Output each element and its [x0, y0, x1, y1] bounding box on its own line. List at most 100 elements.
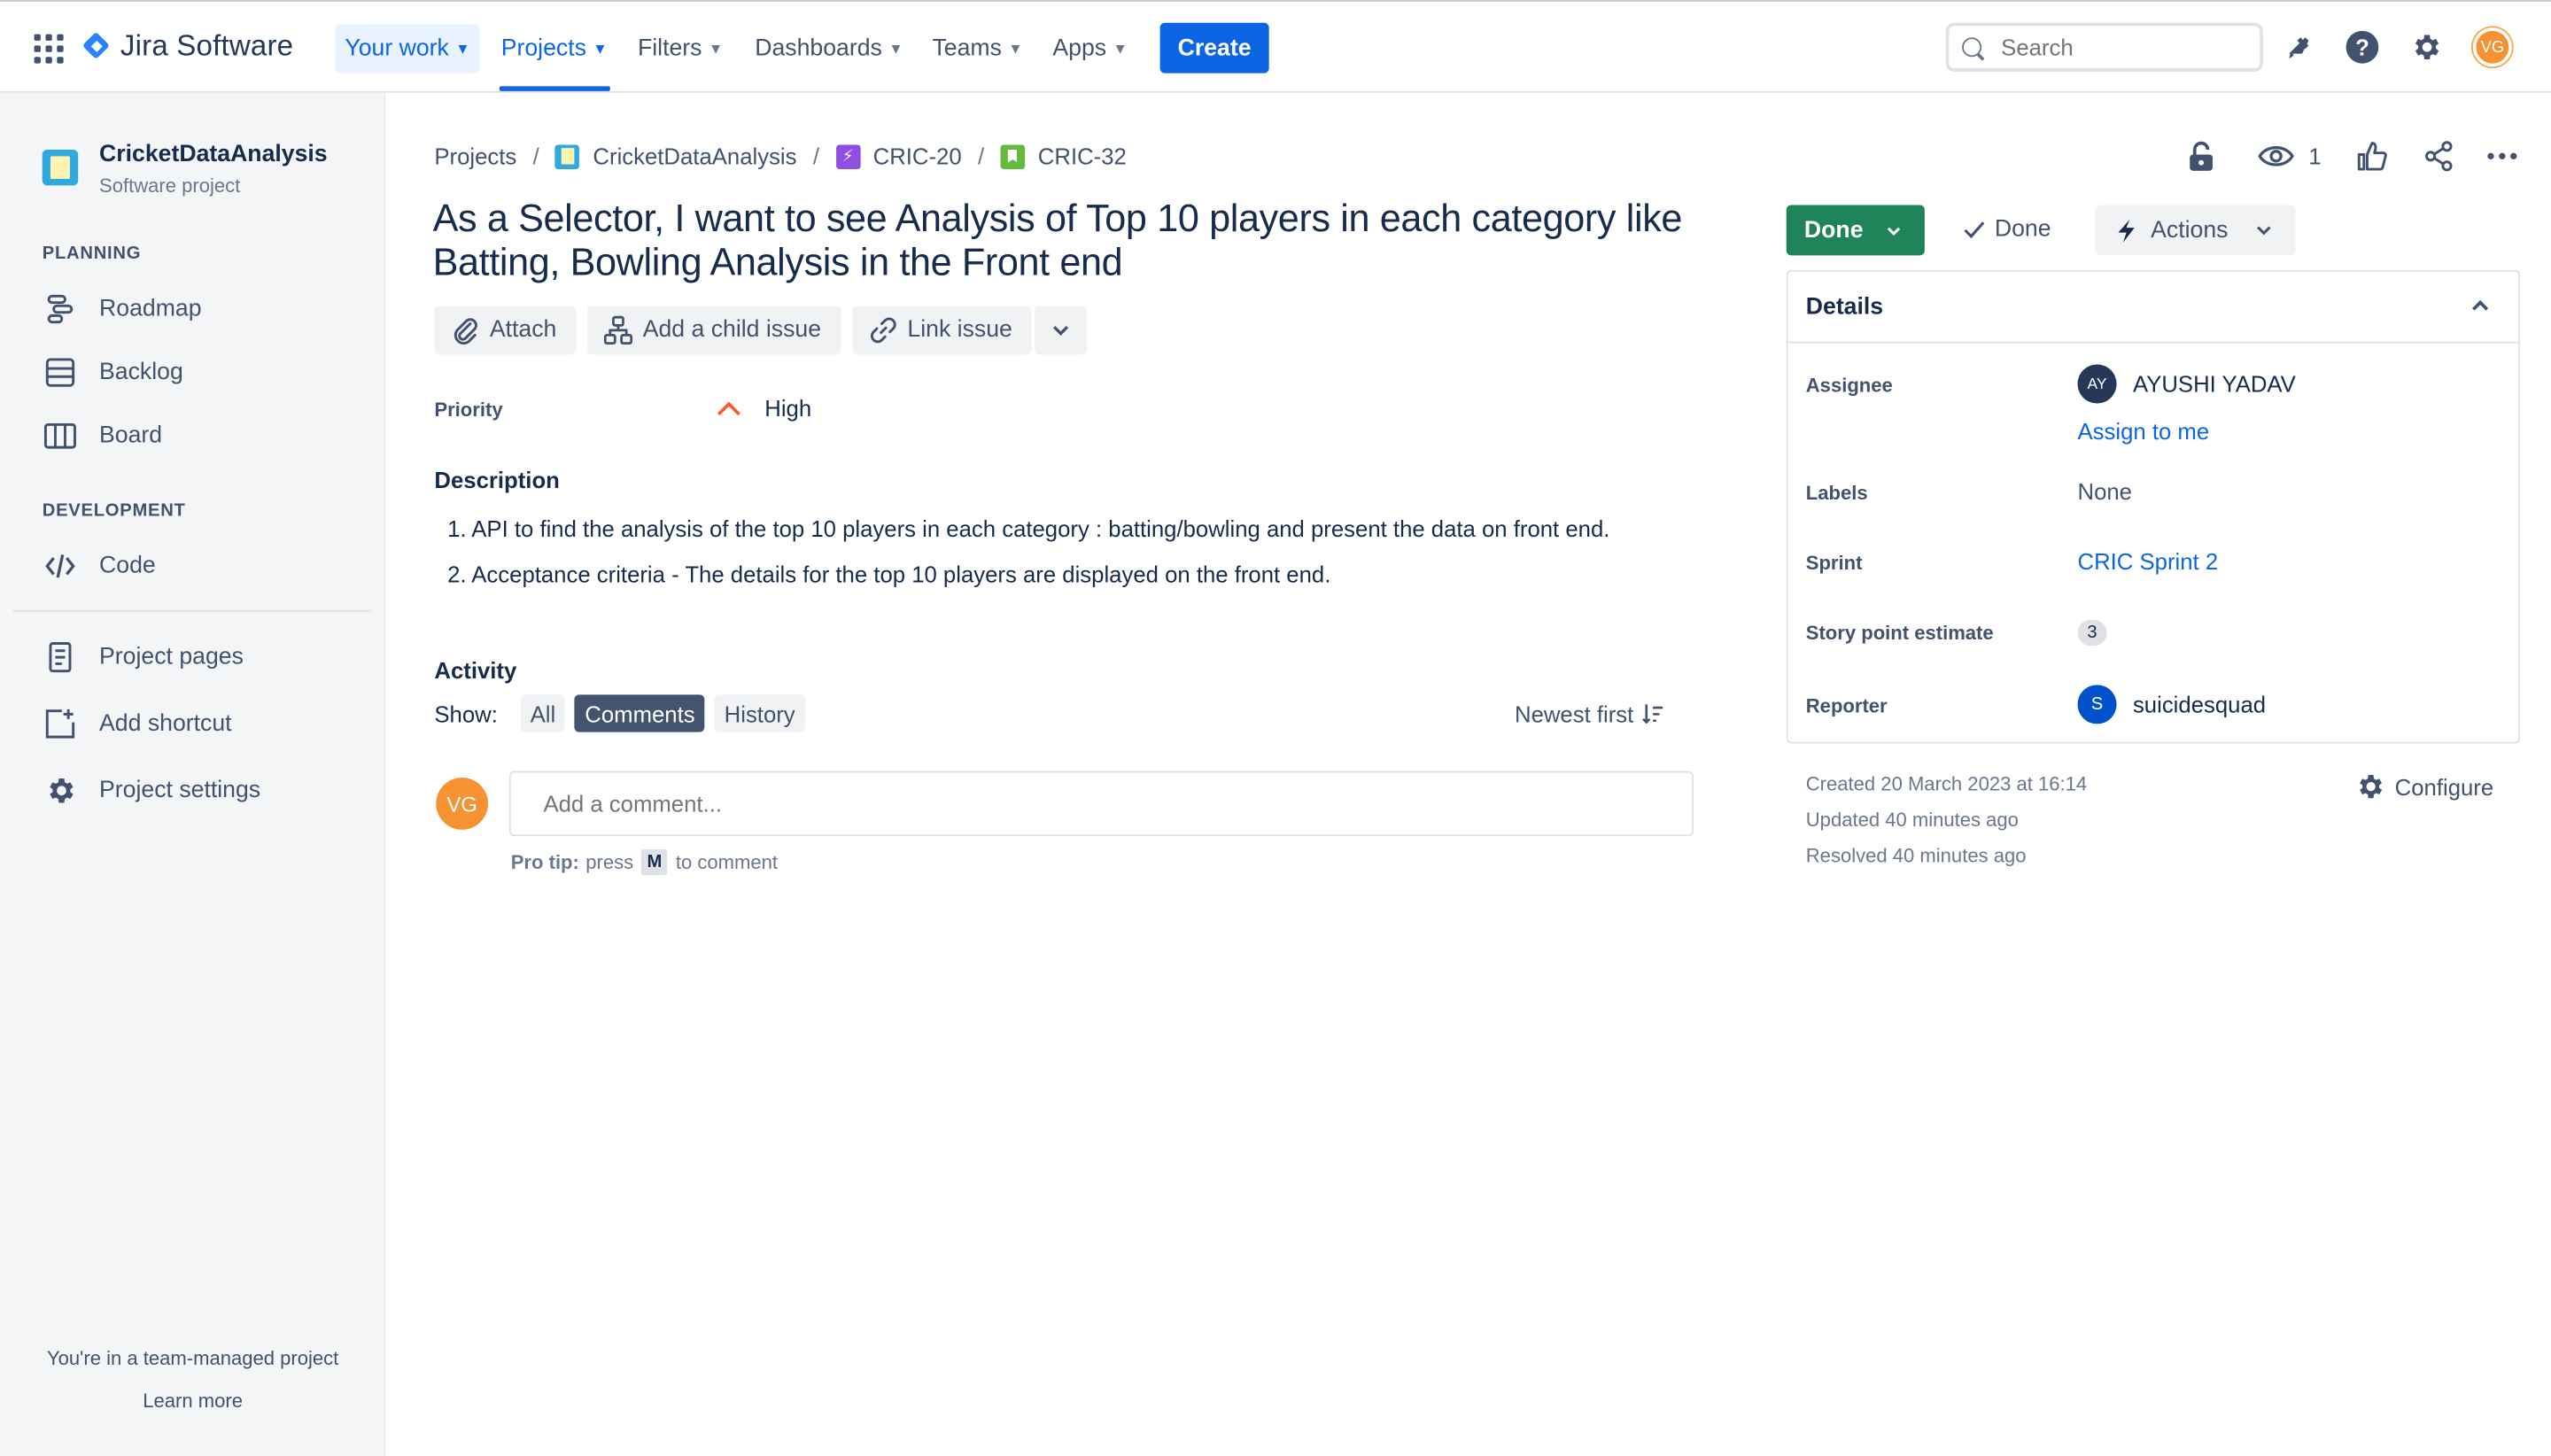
- help-icon[interactable]: ?: [2343, 27, 2382, 66]
- backlog-icon: [43, 354, 78, 390]
- labels-label: Labels: [1805, 481, 1868, 505]
- user-avatar[interactable]: VG: [2472, 27, 2512, 67]
- priority-value[interactable]: High: [717, 395, 812, 424]
- more-actions-dropdown[interactable]: [1033, 306, 1088, 355]
- sidebar-project-name[interactable]: CricketDataAnalysis: [99, 142, 328, 167]
- priority-text: High: [764, 395, 812, 422]
- breadcrumb-issue[interactable]: CRIC-32: [1038, 143, 1127, 169]
- reporter-value[interactable]: S suicidesquad: [2077, 685, 2267, 724]
- filter-history[interactable]: History: [714, 694, 805, 732]
- assignee-label: Assignee: [1805, 374, 1893, 398]
- eye-icon: [2258, 140, 2294, 173]
- search-field[interactable]: [1945, 22, 2263, 72]
- reporter-name: suicidesquad: [2132, 691, 2267, 718]
- jira-issue-page: Jira Software Your work ▼ Projects ▼ Filte…: [0, 0, 2551, 1456]
- lock-icon[interactable]: [2185, 136, 2218, 175]
- assignee-value[interactable]: AY AYUSHI YADAV: [2077, 364, 2296, 404]
- add-child-issue-button[interactable]: Add a child issue: [587, 306, 841, 355]
- sidebar-divider: [12, 609, 371, 612]
- actions-dropdown-button[interactable]: Actions: [2095, 205, 2296, 256]
- sidebar-item-board[interactable]: Board: [43, 416, 162, 455]
- sprint-value[interactable]: CRIC Sprint 2: [2078, 548, 2219, 574]
- reporter-label: Reporter: [1805, 694, 1888, 718]
- gear-icon: [43, 773, 78, 809]
- chevron-down-icon: ▼: [455, 40, 470, 58]
- link-icon: [868, 315, 897, 345]
- sidebar-item-label: Code: [99, 553, 156, 579]
- sidebar-item-project-pages[interactable]: Project pages: [43, 638, 244, 677]
- nav-filters[interactable]: Filters ▼: [628, 25, 733, 74]
- chevron-down-icon: [1886, 222, 1902, 238]
- activity-filter-row: Show: All Comments History: [434, 694, 805, 732]
- sort-label: Newest first: [1514, 701, 1634, 728]
- nav-teams[interactable]: Teams ▼: [922, 25, 1032, 74]
- lightning-icon: [2115, 217, 2138, 243]
- show-label: Show:: [434, 700, 498, 727]
- watch-count: 1: [2308, 143, 2322, 170]
- story-points-value[interactable]: 3: [2077, 619, 2107, 647]
- nav-active-indicator: [499, 86, 610, 91]
- project-avatar-icon: [42, 149, 79, 186]
- priority-high-icon: [717, 400, 740, 424]
- share-icon[interactable]: [2423, 136, 2455, 175]
- pro-tip-text: press: [585, 850, 634, 874]
- chevron-down-icon: [2254, 221, 2272, 239]
- nav-projects-label: Projects: [500, 35, 586, 62]
- labels-value[interactable]: None: [2078, 478, 2132, 504]
- app-switcher-icon[interactable]: [34, 34, 64, 64]
- sidebar-item-add-shortcut[interactable]: Add shortcut: [43, 704, 232, 743]
- team-managed-note: You're in a team-managed project: [46, 1346, 339, 1370]
- nav-projects[interactable]: Projects ▼: [492, 25, 617, 74]
- commenter-avatar: VG: [436, 778, 489, 830]
- breadcrumb-project[interactable]: CricketDataAnalysis: [593, 143, 796, 169]
- filter-all[interactable]: All: [520, 694, 566, 732]
- status-dropdown-button[interactable]: Done: [1786, 205, 1925, 256]
- link-issue-button[interactable]: Link issue: [851, 306, 1032, 355]
- sidebar-item-roadmap[interactable]: Roadmap: [43, 290, 202, 329]
- issue-title[interactable]: As a Selector, I want to see Analysis of…: [433, 197, 1718, 284]
- activity-header: Activity: [434, 657, 517, 684]
- chevron-down-icon: ▼: [888, 40, 903, 58]
- create-button[interactable]: Create: [1159, 22, 1269, 74]
- breadcrumb-epic[interactable]: CRIC-20: [873, 143, 962, 169]
- sprint-label: Sprint: [1805, 551, 1863, 575]
- breadcrumb-separator: /: [812, 143, 820, 170]
- configure-label: Configure: [2394, 773, 2494, 800]
- sidebar-item-backlog[interactable]: Backlog: [43, 353, 183, 392]
- chevron-up-icon: [2472, 299, 2489, 317]
- jira-logo[interactable]: Jira Software: [83, 29, 294, 64]
- details-title: Details: [1805, 294, 1884, 321]
- pro-tip: Pro tip: press M to comment: [511, 848, 778, 876]
- attach-button[interactable]: Attach: [434, 306, 577, 355]
- sidebar-item-label: Project settings: [99, 778, 261, 804]
- assign-to-me-link[interactable]: Assign to me: [2078, 418, 2210, 444]
- nav-your-work[interactable]: Your work ▼: [335, 24, 480, 74]
- nav-dashboards[interactable]: Dashboards ▼: [745, 25, 912, 74]
- notifications-icon[interactable]: [2279, 27, 2318, 66]
- learn-more-link[interactable]: Learn more: [0, 1390, 385, 1413]
- sidebar-item-label: Roadmap: [99, 296, 202, 322]
- breadcrumb-projects[interactable]: Projects: [434, 143, 516, 169]
- story-points-badge: 3: [2077, 619, 2107, 647]
- reporter-avatar: S: [2077, 685, 2117, 724]
- filter-comments[interactable]: Comments: [575, 694, 705, 732]
- nav-apps[interactable]: Apps ▼: [1043, 25, 1137, 74]
- search-input[interactable]: [2001, 34, 2229, 60]
- sort-newest-first[interactable]: Newest first: [1515, 701, 1664, 727]
- keyboard-shortcut-key: M: [641, 848, 668, 876]
- sidebar-item-code[interactable]: Code: [43, 546, 156, 585]
- comment-input[interactable]: [508, 771, 1694, 837]
- more-options-icon[interactable]: [2486, 136, 2519, 175]
- sidebar-item-project-settings[interactable]: Project settings: [43, 771, 260, 810]
- thumbs-up-icon[interactable]: [2356, 136, 2389, 175]
- details-header[interactable]: Details: [1787, 272, 2519, 344]
- configure-button[interactable]: Configure: [2354, 771, 2493, 802]
- link-issue-label: Link issue: [907, 317, 1012, 344]
- updated-timestamp: Updated 40 minutes ago: [1805, 808, 2019, 832]
- nav-filters-label: Filters: [637, 35, 702, 62]
- settings-gear-icon[interactable]: [2407, 27, 2446, 66]
- assignee-avatar: AY: [2077, 364, 2117, 404]
- description-body[interactable]: 1. API to find the analysis of the top 1…: [447, 506, 1609, 597]
- top-navigation: Jira Software Your work ▼ Projects ▼ Filte…: [0, 0, 2551, 93]
- watch-button[interactable]: 1: [2258, 136, 2322, 175]
